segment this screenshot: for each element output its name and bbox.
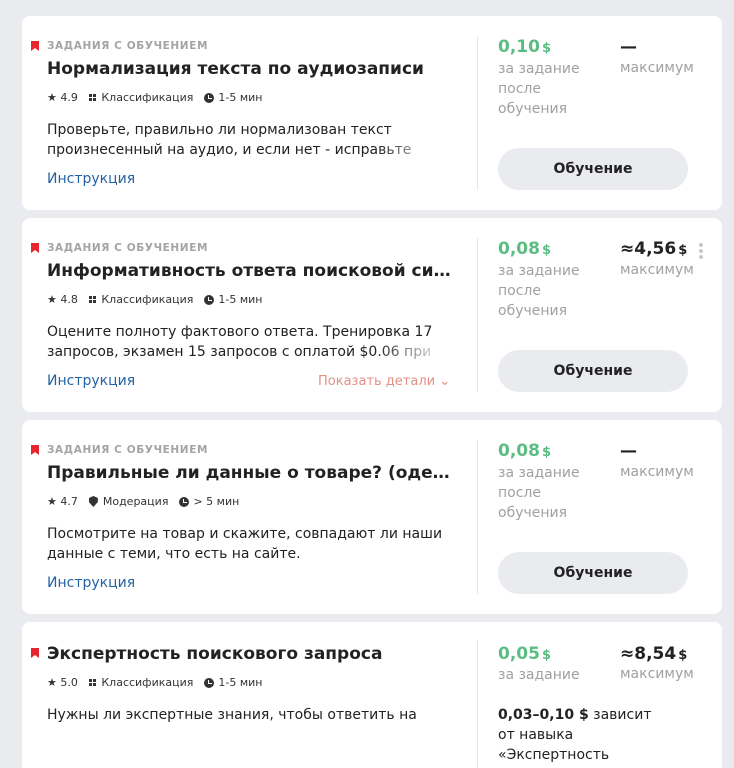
task-price: 0,05 $: [498, 644, 551, 664]
currency: $: [541, 445, 551, 460]
task-description: Посмотрите на товар и скажите, совпадают…: [47, 526, 443, 562]
shield-icon: [88, 496, 98, 507]
task-description: Нужны ли экспертные знания, чтобы ответи…: [47, 707, 417, 723]
task-info: ЗАДАНИЯ С ОБУЧЕНИЕМ Нормализация текста …: [22, 16, 477, 210]
max-label: максимум: [620, 262, 694, 278]
task-meta: ★ 4.7 Модерация > 5 мин: [47, 495, 239, 508]
training-button[interactable]: Обучение: [498, 552, 688, 594]
task-title[interactable]: Правильные ли данные о товаре? (одежда): [47, 463, 457, 483]
bookmark-icon: [31, 445, 39, 455]
divider: [477, 36, 478, 190]
task-meta: ★ 4.8 Классификация 1-5 мин: [47, 293, 263, 306]
max-label: максимум: [620, 464, 694, 480]
price-note: за задание после обучения: [498, 465, 580, 521]
max-value: ≈4,56: [620, 239, 677, 259]
task-card[interactable]: ЗАДАНИЯ С ОБУЧЕНИЕМ Нормализация текста …: [22, 16, 722, 210]
clock-icon: [204, 294, 215, 305]
clock-icon: [204, 92, 215, 103]
task-info: Экспертность поискового запроса ★ 5.0 Кл…: [22, 622, 477, 768]
task-price: 0,08 $: [498, 239, 551, 259]
category-icon: [88, 295, 97, 304]
task-description: Проверьте, правильно ли нормализован тек…: [47, 120, 447, 160]
category: Классификация: [101, 91, 194, 104]
price-note: за задание после обучения: [498, 263, 580, 319]
task-card[interactable]: ЗАДАНИЯ С ОБУЧЕНИЕМ Правильные ли данные…: [22, 420, 722, 614]
divider: [477, 440, 478, 594]
divider: [477, 238, 478, 392]
task-description: Оцените полноту фактового ответа. Тренир…: [47, 322, 447, 362]
task-meta: ★ 5.0 Классификация 1-5 мин: [47, 676, 263, 689]
bookmark-icon: [31, 41, 39, 51]
task-title[interactable]: Информативность ответа поисковой системы: [47, 261, 457, 281]
price-range-note: 0,03–0,10 $ зависит от навыка «Экспертно…: [498, 705, 668, 768]
category-icon: [88, 93, 97, 102]
max-earnings: ≈4,56 $: [620, 239, 687, 259]
duration: 1-5 мин: [218, 676, 263, 689]
category: Модерация: [102, 495, 169, 508]
currency: $: [678, 648, 688, 663]
task-tag: ЗАДАНИЯ С ОБУЧЕНИЕМ: [47, 444, 209, 456]
task-info: ЗАДАНИЯ С ОБУЧЕНИЕМ Правильные ли данные…: [22, 420, 477, 614]
training-button[interactable]: Обучение: [498, 350, 688, 392]
task-card[interactable]: ЗАДАНИЯ С ОБУЧЕНИЕМ Информативность отве…: [22, 218, 722, 412]
training-button[interactable]: Обучение: [498, 148, 688, 190]
currency: $: [541, 41, 551, 56]
max-earnings: —: [620, 37, 637, 57]
rating: ★ 4.8: [47, 293, 78, 306]
task-card[interactable]: Экспертность поискового запроса ★ 5.0 Кл…: [22, 622, 722, 768]
divider: [477, 640, 478, 768]
task-meta: ★ 4.9 Классификация 1-5 мин: [47, 91, 263, 104]
task-price: 0,10 $: [498, 37, 551, 57]
rating: ★ 4.9: [47, 91, 78, 104]
task-tag: ЗАДАНИЯ С ОБУЧЕНИЕМ: [47, 40, 209, 52]
rating: ★ 4.7: [47, 495, 78, 508]
task-title[interactable]: Нормализация текста по аудиозаписи: [47, 59, 457, 79]
clock-icon: [179, 496, 190, 507]
show-details-link[interactable]: Показать детали ⌄: [318, 374, 450, 389]
price-value: 0,08: [498, 239, 540, 259]
more-options-icon[interactable]: [695, 243, 707, 259]
category-icon: [88, 678, 97, 687]
price-range: 0,03–0,10 $: [498, 707, 589, 723]
duration: 1-5 мин: [218, 91, 263, 104]
max-label: максимум: [620, 666, 694, 682]
instruction-link[interactable]: Инструкция: [47, 171, 135, 187]
category: Классификация: [101, 676, 194, 689]
price-value: 0,05: [498, 644, 540, 664]
bookmark-icon: [31, 243, 39, 253]
bookmark-icon: [31, 648, 39, 658]
price-value: 0,10: [498, 37, 540, 57]
rating: ★ 5.0: [47, 676, 78, 689]
task-info: ЗАДАНИЯ С ОБУЧЕНИЕМ Информативность отве…: [22, 218, 477, 412]
price-value: 0,08: [498, 441, 540, 461]
max-label: максимум: [620, 60, 694, 76]
max-earnings: ≈8,54 $: [620, 644, 687, 664]
price-note: за задание: [498, 667, 580, 683]
clock-icon: [204, 677, 215, 688]
currency: $: [678, 243, 688, 258]
max-earnings: —: [620, 441, 637, 461]
instruction-link[interactable]: Инструкция: [47, 373, 135, 389]
instruction-link[interactable]: Инструкция: [47, 575, 135, 591]
task-price: 0,08 $: [498, 441, 551, 461]
currency: $: [541, 243, 551, 258]
duration: 1-5 мин: [218, 293, 263, 306]
duration: > 5 мин: [193, 495, 240, 508]
price-note: за задание после обучения: [498, 61, 580, 117]
currency: $: [541, 648, 551, 663]
max-value: ≈8,54: [620, 644, 677, 664]
task-tag: ЗАДАНИЯ С ОБУЧЕНИЕМ: [47, 242, 209, 254]
category: Классификация: [101, 293, 194, 306]
task-title[interactable]: Экспертность поискового запроса: [47, 644, 457, 664]
